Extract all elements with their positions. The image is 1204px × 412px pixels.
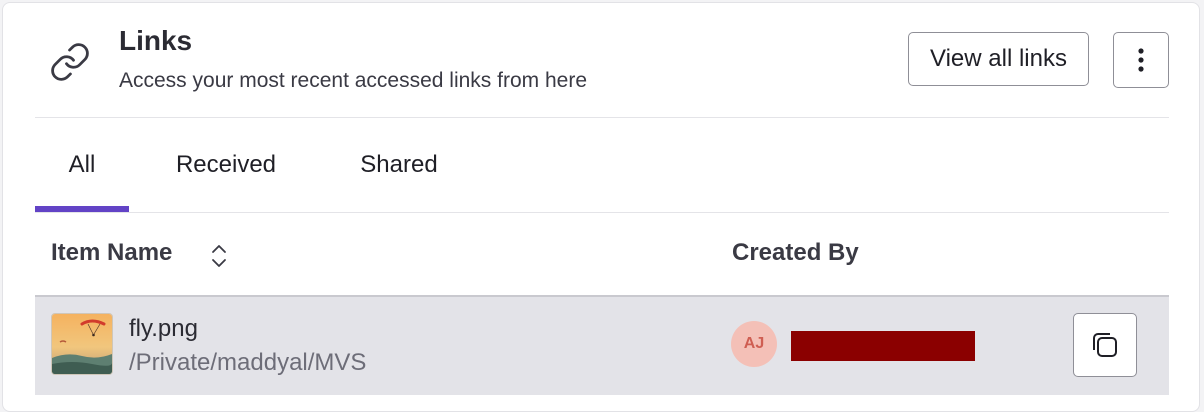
tabs-divider bbox=[35, 212, 1169, 213]
table-row[interactable]: fly.png /Private/maddyal/MVS AJ bbox=[35, 295, 1169, 395]
more-vertical-icon bbox=[1138, 48, 1144, 72]
file-thumbnail bbox=[51, 313, 113, 375]
tab-bar: All Received Shared bbox=[35, 118, 1169, 212]
avatar: AJ bbox=[731, 321, 777, 367]
copy-link-button[interactable] bbox=[1073, 313, 1137, 377]
links-card: Links Access your most recent accessed l… bbox=[2, 2, 1200, 412]
tab-shared[interactable]: Shared bbox=[339, 118, 459, 212]
card-title: Links bbox=[119, 25, 193, 56]
tab-all[interactable]: All bbox=[35, 118, 129, 212]
redacted-creator-name bbox=[791, 331, 975, 361]
copy-icon bbox=[1093, 333, 1117, 357]
column-header-item-name[interactable]: Item Name bbox=[51, 239, 172, 267]
file-path: /Private/maddyal/MVS bbox=[129, 349, 367, 376]
link-icon bbox=[51, 43, 89, 81]
column-header-created-by: Created By bbox=[732, 239, 859, 266]
tab-received[interactable]: Received bbox=[151, 118, 301, 212]
sort-icon[interactable] bbox=[209, 243, 229, 269]
card-header: Links Access your most recent accessed l… bbox=[3, 3, 1199, 117]
view-all-links-button[interactable]: View all links bbox=[908, 32, 1089, 86]
file-name[interactable]: fly.png bbox=[129, 315, 198, 343]
card-subtitle: Access your most recent accessed links f… bbox=[119, 69, 588, 92]
more-options-button[interactable] bbox=[1113, 32, 1169, 88]
